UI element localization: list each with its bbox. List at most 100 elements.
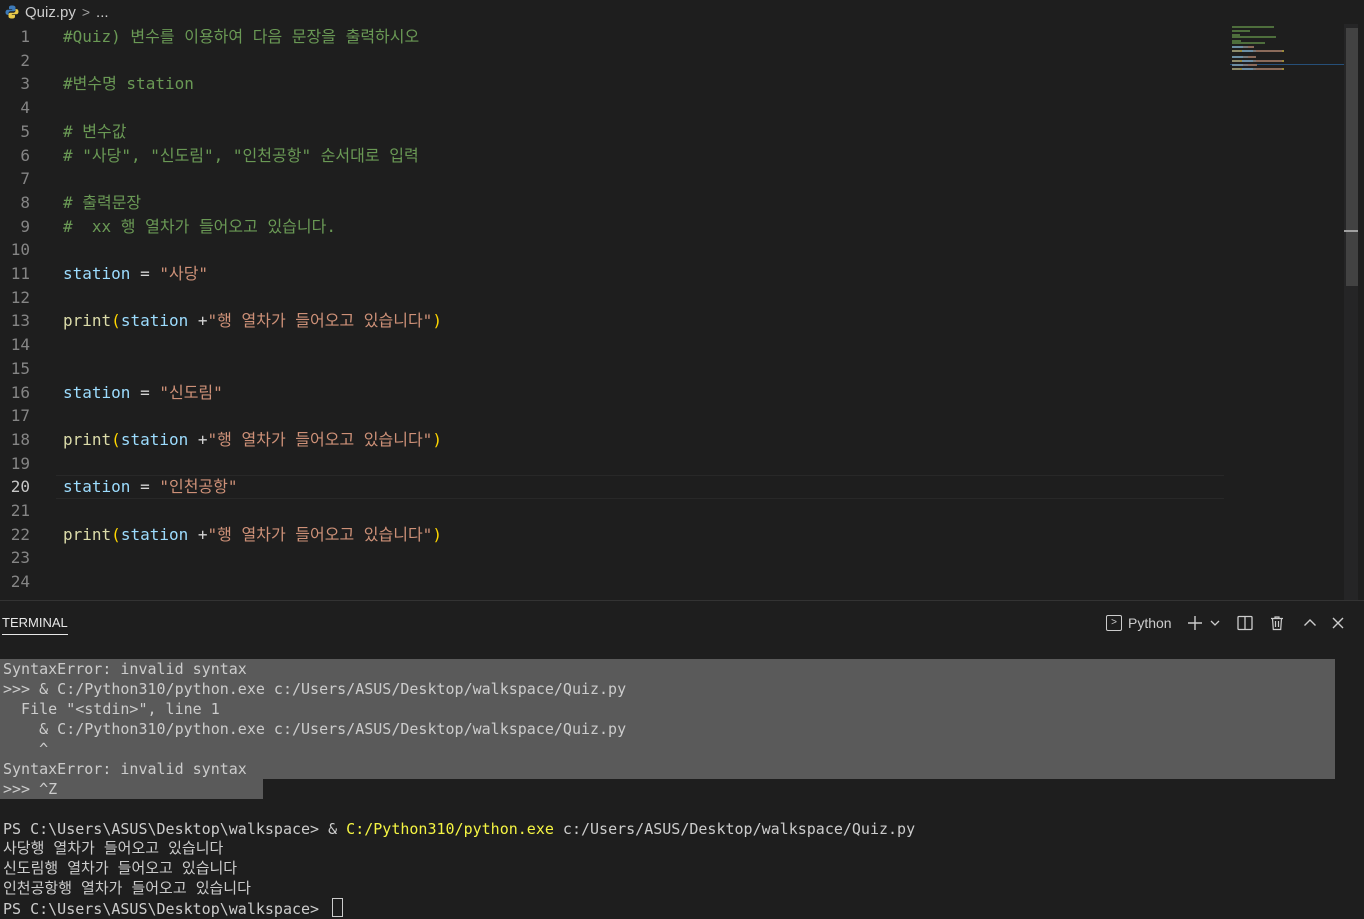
code-line[interactable]: 12: [0, 286, 1230, 310]
terminal-dropdown-button[interactable]: [1209, 611, 1221, 635]
split-terminal-button[interactable]: [1236, 611, 1254, 635]
terminal-output-line: 사당행 열차가 들어오고 있습니다: [3, 839, 224, 857]
code-line[interactable]: 8 # 출력문장: [0, 191, 1230, 215]
chevron-up-icon: [1304, 619, 1316, 626]
minimap-line: [1282, 60, 1284, 62]
line-number: 22: [10, 524, 30, 544]
code-token: print: [63, 524, 112, 544]
line-number: 15: [10, 358, 30, 378]
terminal-line: >>> & C:/Python310/python.exe c:/Users/A…: [3, 680, 627, 698]
command-amp: &: [328, 820, 347, 838]
code-token: station: [63, 477, 131, 497]
line-number: 16: [10, 382, 30, 402]
close-icon: [1332, 617, 1344, 629]
code-line[interactable]: 9 # xx 행 열차가 들어오고 있습니다.: [0, 215, 1230, 239]
code-token: "인천공항": [159, 477, 238, 497]
terminal-profile-button[interactable]: > Python: [1106, 611, 1172, 635]
terminal-output-line: 신도림행 열차가 들어오고 있습니다: [3, 859, 238, 877]
minimap-line: [1248, 56, 1256, 58]
minimap-line: [1232, 50, 1240, 52]
terminal-output-line: 인천공항행 열차가 들어오고 있습니다: [3, 879, 251, 897]
breadcrumb-file[interactable]: Quiz.py: [25, 4, 76, 21]
code-token: "신도림": [159, 382, 223, 402]
terminal-output[interactable]: SyntaxError: invalid syntax >>> & C:/Pyt…: [0, 659, 1364, 918]
minimap-line: [1282, 68, 1284, 70]
code-line[interactable]: 15: [0, 357, 1230, 381]
terminal-panel: TERMINAL > Python SyntaxError: invalid s…: [0, 600, 1364, 918]
close-panel-button[interactable]: [1329, 611, 1347, 635]
code-line[interactable]: 5 # 변수값: [0, 120, 1230, 144]
code-token: station: [120, 429, 189, 449]
breadcrumb-more[interactable]: ...: [96, 4, 109, 21]
code-line[interactable]: 10: [0, 238, 1230, 262]
code-line[interactable]: 20 station = "인천공항": [0, 475, 1230, 500]
terminal-final-prompt: PS C:\Users\ASUS\Desktop\walkspace>: [3, 900, 329, 918]
terminal-profile-label: Python: [1128, 615, 1172, 631]
code-token: print: [63, 311, 112, 331]
minimap-line: [1282, 50, 1284, 52]
code-line[interactable]: 2: [0, 49, 1230, 73]
code-line[interactable]: 22 print(station +"행 열차가 들어오고 있습니다"): [0, 523, 1230, 547]
code-line[interactable]: 4: [0, 96, 1230, 120]
minimap-line: [1256, 50, 1282, 52]
scrollbar-thumb[interactable]: [1346, 28, 1358, 286]
command-argument: c:/Users/ASUS/Desktop/walkspace/Quiz.py: [553, 820, 916, 838]
terminal-prompt: PS C:\Users\ASUS\Desktop\walkspace>: [3, 820, 329, 838]
code-text: #Quiz) 변수를 이용하여 다음 문장을 출력하시오: [63, 25, 419, 49]
maximize-panel-button[interactable]: [1301, 611, 1319, 635]
terminal-line: File "<stdin>", line 1: [3, 700, 220, 718]
code-line[interactable]: 21: [0, 499, 1230, 523]
new-terminal-button[interactable]: [1186, 611, 1204, 635]
code-token: "행 열차가 들어오고 있습니다": [207, 311, 433, 331]
code-text: # xx 행 열차가 들어오고 있습니다.: [63, 215, 336, 239]
line-number: 12: [10, 287, 30, 307]
code-token: station: [120, 524, 189, 544]
code-token: # 출력문장: [63, 192, 142, 212]
terminal-line: ^: [3, 740, 49, 758]
minimap-line: [1242, 50, 1253, 52]
line-number: 18: [10, 429, 30, 449]
code-token: +: [188, 429, 208, 449]
code-line[interactable]: 23: [0, 546, 1230, 570]
code-token: (: [111, 311, 121, 331]
code-line[interactable]: 19: [0, 452, 1230, 476]
line-number: 24: [10, 572, 30, 592]
code-token: ): [432, 524, 442, 544]
code-line[interactable]: 13 print(station +"행 열차가 들어오고 있습니다"): [0, 309, 1230, 333]
minimap-line: [1232, 42, 1265, 44]
code-line[interactable]: 17: [0, 404, 1230, 428]
python-file-icon: [5, 5, 19, 19]
code-line[interactable]: 14: [0, 333, 1230, 357]
code-line[interactable]: 24: [0, 570, 1230, 594]
code-line[interactable]: 6 # "사당", "신도림", "인천공항" 순서대로 입력: [0, 144, 1230, 168]
minimap-line: [1232, 46, 1243, 48]
chevron-down-icon: [1210, 620, 1220, 626]
line-number: 13: [10, 311, 30, 331]
code-editor[interactable]: 1 #Quiz) 변수를 이용하여 다음 문장을 출력하시오 2 3 #변수명 stat…: [0, 24, 1364, 600]
kill-terminal-button[interactable]: [1268, 611, 1286, 635]
minimap[interactable]: [1230, 24, 1345, 600]
code-line[interactable]: 18 print(station +"행 열차가 들어오고 있습니다"): [0, 428, 1230, 452]
code-line[interactable]: 16 station = "신도림": [0, 381, 1230, 405]
code-token: print: [63, 429, 112, 449]
breadcrumb-separator-icon: >: [81, 4, 91, 20]
minimap-line: [1242, 60, 1253, 62]
code-token: =: [130, 382, 160, 402]
code-text: print(station +"행 열차가 들어오고 있습니다"): [63, 309, 442, 333]
code-line[interactable]: 1 #Quiz) 변수를 이용하여 다음 문장을 출력하시오: [0, 25, 1230, 49]
line-number: 20: [10, 477, 30, 497]
editor-scrollbar[interactable]: [1344, 24, 1358, 600]
code-line[interactable]: 11 station = "사당": [0, 262, 1230, 286]
line-number: 3: [20, 74, 30, 94]
code-token: "행 열차가 들어오고 있습니다": [207, 429, 433, 449]
code-token: (: [111, 524, 121, 544]
code-line[interactable]: 3 #변수명 station: [0, 72, 1230, 96]
terminal-profile-icon: >: [1106, 615, 1122, 631]
terminal-prompt-line[interactable]: PS C:\Users\ASUS\Desktop\walkspace>: [3, 898, 344, 918]
code-text: #변수명 station: [63, 72, 194, 96]
code-text: # "사당", "신도림", "인천공항" 순서대로 입력: [63, 144, 419, 168]
tab-terminal[interactable]: TERMINAL: [2, 615, 68, 635]
code-line[interactable]: 7: [0, 167, 1230, 191]
line-number: 17: [10, 406, 30, 426]
code-token: # 변수값: [63, 121, 127, 141]
